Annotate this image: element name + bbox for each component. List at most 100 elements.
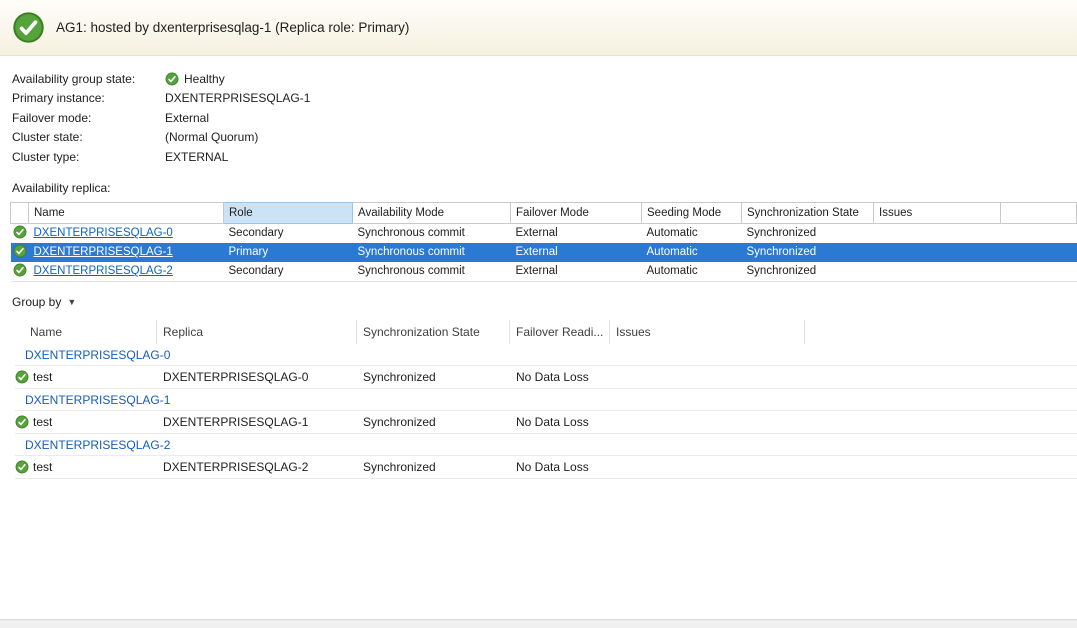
replica-availability-mode-cell: Synchronous commit bbox=[353, 223, 511, 243]
database-name-cell: test bbox=[15, 460, 157, 474]
summary-value: EXTERNAL bbox=[165, 150, 228, 164]
replica-role-cell: Primary bbox=[224, 243, 353, 262]
replica-sync-state-cell: Synchronized bbox=[742, 262, 874, 282]
database-table: NameReplicaSynchronization StateFailover… bbox=[15, 320, 1077, 479]
healthy-check-icon bbox=[15, 460, 29, 474]
replica-role-cell: Secondary bbox=[224, 262, 353, 282]
summary-label: Cluster state: bbox=[12, 130, 165, 144]
database-group-row[interactable]: DXENTERPRISESQLAG-2 bbox=[15, 434, 1077, 456]
replica-failover-mode-cell: External bbox=[511, 223, 642, 243]
database-failover-readiness-cell: No Data Loss bbox=[510, 415, 610, 429]
dashboard-title: AG1: hosted by dxenterprisesqlag-1 (Repl… bbox=[56, 20, 409, 35]
summary-label: Availability group state: bbox=[12, 72, 165, 86]
replica-status-cell bbox=[11, 243, 29, 262]
summary-value: DXENTERPRISESQLAG-1 bbox=[165, 91, 310, 105]
replica-name-link[interactable]: DXENTERPRISESQLAG-2 bbox=[34, 265, 173, 277]
summary-row: Failover mode:External bbox=[12, 108, 1065, 128]
database-column-header[interactable]: Name bbox=[15, 320, 157, 344]
database-group-row[interactable]: DXENTERPRISESQLAG-1 bbox=[15, 389, 1077, 411]
replica-name-cell: DXENTERPRISESQLAG-2 bbox=[29, 262, 224, 282]
summary-value-text: External bbox=[165, 111, 209, 125]
database-group-row[interactable]: DXENTERPRISESQLAG-0 bbox=[15, 344, 1077, 366]
database-row[interactable]: test DXENTERPRISESQLAG-0SynchronizedNo Da… bbox=[15, 366, 1077, 389]
summary-value-text: EXTERNAL bbox=[165, 150, 228, 164]
replica-name-cell: DXENTERPRISESQLAG-1 bbox=[29, 243, 224, 262]
database-name-cell: test bbox=[15, 415, 157, 429]
replica-row[interactable]: DXENTERPRISESQLAG-2SecondarySynchronous … bbox=[11, 262, 1077, 282]
replica-column-header[interactable]: Failover Mode bbox=[511, 202, 642, 223]
horizontal-scrollbar-track[interactable] bbox=[0, 619, 1077, 628]
database-column-header[interactable]: Synchronization State bbox=[357, 320, 510, 344]
replica-seeding-mode-cell: Automatic bbox=[642, 262, 742, 282]
replica-row-filler bbox=[1001, 223, 1077, 243]
database-row[interactable]: testDXENTERPRISESQLAG-2SynchronizedNo Da… bbox=[15, 456, 1077, 479]
database-row[interactable]: testDXENTERPRISESQLAG-1SynchronizedNo Da… bbox=[15, 411, 1077, 434]
database-name: test bbox=[33, 460, 52, 474]
summary-row: Availability group state: Healthy bbox=[12, 69, 1065, 89]
healthy-check-icon bbox=[15, 370, 29, 384]
replica-column-header[interactable]: Seeding Mode bbox=[642, 202, 742, 223]
ag-dashboard: AG1: hosted by dxenterprisesqlag-1 (Repl… bbox=[0, 0, 1077, 479]
database-replica-cell: DXENTERPRISESQLAG-0 bbox=[157, 370, 357, 384]
summary-value-text: DXENTERPRISESQLAG-1 bbox=[165, 91, 310, 105]
replica-status-cell bbox=[11, 223, 29, 243]
replica-seeding-mode-cell: Automatic bbox=[642, 243, 742, 262]
database-column-header[interactable]: Replica bbox=[157, 320, 357, 344]
database-sync-state-cell: Synchronized bbox=[357, 460, 510, 474]
dashboard-header: AG1: hosted by dxenterprisesqlag-1 (Repl… bbox=[0, 0, 1077, 56]
replica-header-icon-cell bbox=[11, 202, 29, 223]
group-by-label: Group by bbox=[12, 295, 61, 309]
database-failover-readiness-cell: No Data Loss bbox=[510, 460, 610, 474]
replica-failover-mode-cell: External bbox=[511, 243, 642, 262]
replica-column-header[interactable]: Synchronization State bbox=[742, 202, 874, 223]
database-sync-state-cell: Synchronized bbox=[357, 370, 510, 384]
replica-row[interactable]: DXENTERPRISESQLAG-0 SecondarySynchronous … bbox=[11, 223, 1077, 243]
healthy-check-icon bbox=[13, 263, 27, 277]
availability-replica-label: Availability replica: bbox=[12, 181, 1065, 195]
chevron-down-icon: ▼ bbox=[67, 296, 76, 307]
replica-status-cell bbox=[11, 262, 29, 282]
summary-label: Primary instance: bbox=[12, 91, 165, 105]
database-header-filler bbox=[805, 320, 1077, 344]
database-failover-readiness-cell: No Data Loss bbox=[510, 370, 610, 384]
ag-healthy-status-icon bbox=[12, 11, 45, 44]
database-name: test bbox=[33, 370, 52, 384]
database-column-header[interactable]: Issues bbox=[610, 320, 805, 344]
database-column-header[interactable]: Failover Readi... bbox=[510, 320, 610, 344]
summary-section: Availability group state: Healthy Primary … bbox=[0, 56, 1077, 167]
replica-column-header[interactable]: Role bbox=[224, 202, 353, 223]
replica-failover-mode-cell: External bbox=[511, 262, 642, 282]
replica-role-cell: Secondary bbox=[224, 223, 353, 243]
replica-name-link[interactable]: DXENTERPRISESQLAG-0 bbox=[34, 227, 173, 239]
availability-replica-table: NameRoleAvailability ModeFailover ModeSe… bbox=[10, 202, 1077, 282]
summary-value: (Normal Quorum) bbox=[165, 130, 258, 144]
summary-value-text: (Normal Quorum) bbox=[165, 130, 258, 144]
replica-column-header[interactable]: Name bbox=[29, 202, 224, 223]
replica-column-header[interactable]: Availability Mode bbox=[353, 202, 511, 223]
replica-header-row: NameRoleAvailability ModeFailover ModeSe… bbox=[11, 202, 1077, 223]
replica-name-cell: DXENTERPRISESQLAG-0 bbox=[29, 223, 224, 243]
database-name-cell: test bbox=[15, 370, 157, 384]
summary-label: Cluster type: bbox=[12, 150, 165, 164]
summary-value: External bbox=[165, 111, 209, 125]
healthy-check-icon bbox=[13, 244, 27, 258]
group-by-button[interactable]: Group by ▼ bbox=[12, 295, 76, 309]
replica-sync-state-cell: Synchronized bbox=[742, 223, 874, 243]
replica-seeding-mode-cell: Automatic bbox=[642, 223, 742, 243]
replica-row-filler bbox=[1001, 243, 1077, 262]
replica-issues-cell bbox=[874, 243, 1001, 262]
replica-sync-state-cell: Synchronized bbox=[742, 243, 874, 262]
replica-name-link[interactable]: DXENTERPRISESQLAG-1 bbox=[34, 246, 173, 258]
summary-value: Healthy bbox=[165, 72, 225, 86]
summary-label: Failover mode: bbox=[12, 111, 165, 125]
replica-header-filler bbox=[1001, 202, 1077, 223]
replica-column-header[interactable]: Issues bbox=[874, 202, 1001, 223]
replica-issues-cell bbox=[874, 262, 1001, 282]
database-replica-cell: DXENTERPRISESQLAG-1 bbox=[157, 415, 357, 429]
database-name: test bbox=[33, 415, 52, 429]
replica-row[interactable]: DXENTERPRISESQLAG-1PrimarySynchronous co… bbox=[11, 243, 1077, 262]
healthy-check-icon bbox=[13, 225, 27, 239]
summary-value-text: Healthy bbox=[184, 72, 225, 86]
replica-issues-cell bbox=[874, 223, 1001, 243]
summary-row: Cluster type:EXTERNAL bbox=[12, 147, 1065, 167]
